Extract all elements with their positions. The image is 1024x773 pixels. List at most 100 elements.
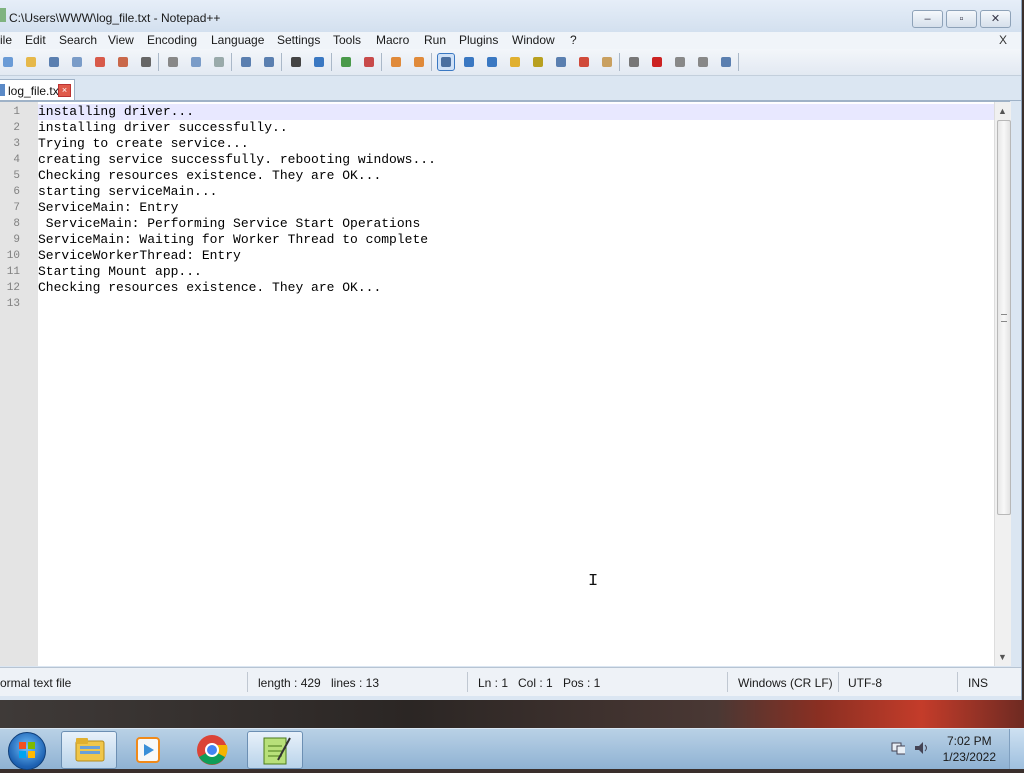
tab-label: log_file.txt: [8, 84, 63, 98]
save-macro-icon[interactable]: [718, 54, 734, 70]
save-all-icon[interactable]: [69, 54, 85, 70]
close-icon[interactable]: [92, 54, 108, 70]
copy-icon[interactable]: [188, 54, 204, 70]
taskbar-notepadpp[interactable]: [247, 731, 303, 769]
sync-vertical-icon[interactable]: [388, 54, 404, 70]
editor-line[interactable]: ServiceMain: Performing Service Start Op…: [38, 216, 420, 231]
clock-time: 7:02 PM: [946, 734, 992, 748]
editor-line[interactable]: ServiceWorkerThread: Entry: [38, 248, 241, 263]
line-number: 3: [13, 138, 20, 150]
taskbar-explorer[interactable]: [61, 731, 117, 769]
close-icon: ✕: [990, 13, 1001, 25]
indent-guide-icon[interactable]: [484, 54, 500, 70]
tab-close-icon[interactable]: ×: [58, 84, 71, 97]
editor-line[interactable]: ServiceMain: Entry: [38, 200, 178, 215]
print-icon[interactable]: [138, 54, 154, 70]
status-length: length : 429: [258, 676, 321, 690]
tab-bar: log_file.txt ×: [0, 76, 1021, 101]
menu-view[interactable]: View: [108, 33, 134, 47]
show-desktop-button[interactable]: [1009, 729, 1024, 769]
menu-help[interactable]: ?: [570, 33, 577, 47]
menu-tools[interactable]: Tools: [333, 33, 361, 47]
menu-macro[interactable]: Macro: [376, 33, 409, 47]
network-icon[interactable]: [891, 741, 905, 755]
line-number: 4: [13, 154, 20, 166]
menu-language[interactable]: Language: [211, 33, 264, 47]
undo-icon[interactable]: [238, 54, 254, 70]
taskbar-media-player[interactable]: [123, 731, 177, 767]
line-number: 11: [6, 266, 20, 278]
menu-plugins[interactable]: Plugins: [459, 33, 498, 47]
editor-line[interactable]: Starting Mount app...: [38, 264, 202, 279]
close-document-button[interactable]: X: [999, 33, 1007, 47]
record-macro-icon[interactable]: [626, 54, 642, 70]
doc-map-icon[interactable]: [530, 54, 546, 70]
menu-window[interactable]: Window: [512, 33, 555, 47]
start-button[interactable]: [8, 732, 46, 770]
status-lines: lines : 13: [331, 676, 380, 690]
toolbar: [0, 49, 1021, 76]
menu-settings[interactable]: Settings: [277, 33, 320, 47]
vertical-scrollbar[interactable]: ▲ ▼: [994, 102, 1011, 666]
line-number: 1: [13, 106, 20, 118]
status-mode: INS: [968, 676, 989, 690]
minimize-icon: –: [924, 13, 931, 25]
paste-icon[interactable]: [211, 54, 227, 70]
scroll-down-icon[interactable]: ▼: [998, 652, 1007, 662]
show-all-chars-icon[interactable]: [461, 54, 477, 70]
menu-bar: ile Edit Search View Encoding Language S…: [0, 32, 1021, 49]
tab-log-file[interactable]: log_file.txt ×: [0, 79, 75, 100]
line-number: 7: [13, 202, 20, 214]
menu-run[interactable]: Run: [424, 33, 446, 47]
line-number: 12: [6, 282, 20, 294]
taskbar: 7:02 PM 1/23/2022: [0, 728, 1024, 770]
editor-line[interactable]: installing driver...: [38, 104, 194, 119]
editor-line[interactable]: Checking resources existence. They are O…: [38, 168, 381, 183]
redo-icon[interactable]: [261, 54, 277, 70]
folder-workspace-icon[interactable]: [576, 54, 592, 70]
editor-line[interactable]: Checking resources existence. They are O…: [38, 280, 381, 295]
editor-line[interactable]: ServiceMain: Waiting for Worker Thread t…: [38, 232, 428, 247]
user-lang-icon[interactable]: [507, 54, 523, 70]
word-wrap-icon[interactable]: [437, 53, 455, 71]
file-icon: [0, 84, 5, 96]
find-icon[interactable]: [288, 54, 304, 70]
replace-icon[interactable]: [311, 54, 327, 70]
line-number: 6: [13, 186, 20, 198]
menu-search[interactable]: Search: [59, 33, 97, 47]
new-file-icon[interactable]: [0, 54, 16, 70]
run-macro-multiple-icon[interactable]: [695, 54, 711, 70]
menu-encoding[interactable]: Encoding: [147, 33, 197, 47]
zoom-out-icon[interactable]: [361, 54, 377, 70]
minimize-button[interactable]: –: [912, 10, 943, 28]
menu-edit[interactable]: Edit: [25, 33, 46, 47]
zoom-in-icon[interactable]: [338, 54, 354, 70]
editor-line[interactable]: creating service successfully. rebooting…: [38, 152, 436, 167]
sync-horizontal-icon[interactable]: [411, 54, 427, 70]
status-bar: ormal text file length : 429 lines : 13 …: [0, 667, 1021, 696]
volume-icon[interactable]: [913, 741, 927, 755]
scroll-thumb[interactable]: [997, 120, 1011, 515]
cut-icon[interactable]: [165, 54, 181, 70]
menu-file[interactable]: ile: [0, 33, 12, 47]
editor-line[interactable]: Trying to create service...: [38, 136, 249, 151]
system-clock[interactable]: 7:02 PM 1/23/2022: [943, 733, 996, 765]
scroll-up-icon[interactable]: ▲: [998, 106, 1007, 116]
maximize-button[interactable]: ▫: [946, 10, 977, 28]
save-icon[interactable]: [46, 54, 62, 70]
editor[interactable]: 1 installing driver... 2 installing driver …: [0, 101, 1011, 666]
play-macro-icon[interactable]: [672, 54, 688, 70]
editor-line[interactable]: installing driver successfully..: [38, 120, 288, 135]
title-bar[interactable]: C:\Users\WWW\log_file.txt - Notepad++ – …: [0, 0, 1021, 32]
close-all-icon[interactable]: [115, 54, 131, 70]
line-number: 8: [13, 218, 20, 230]
close-button[interactable]: ✕: [980, 10, 1011, 28]
monitor-icon[interactable]: [599, 54, 615, 70]
editor-line[interactable]: starting serviceMain...: [38, 184, 217, 199]
stop-macro-icon[interactable]: [649, 54, 665, 70]
function-list-icon[interactable]: [553, 54, 569, 70]
taskbar-chrome[interactable]: [185, 731, 239, 767]
grip-icon: [1001, 314, 1007, 322]
open-file-icon[interactable]: [23, 54, 39, 70]
window-title: C:\Users\WWW\log_file.txt - Notepad++: [9, 11, 221, 25]
